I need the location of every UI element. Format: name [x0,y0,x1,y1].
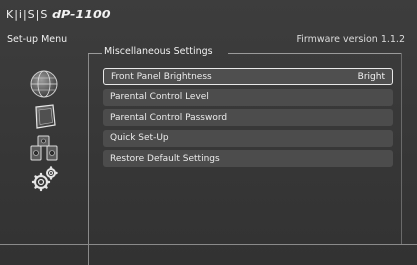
menu-item-label: Restore Default Settings [110,153,220,164]
menu-item-parental-control-password[interactable]: Parental Control Password [103,109,393,127]
frame-top-line-left [88,53,102,54]
menu-item-quick-set-up[interactable]: Quick Set-Up [103,129,393,147]
globe-icon[interactable] [29,69,59,99]
screen-icon[interactable] [32,103,58,131]
menu-item-label: Parental Control Level [110,92,209,103]
brand-logo: K|i|S|S dP-1100 [6,6,111,22]
settings-menu: Front Panel Brightness Bright Parental C… [103,68,393,171]
menu-item-label: Quick Set-Up [110,133,169,144]
menu-item-restore-default-settings[interactable]: Restore Default Settings [103,150,393,168]
menu-item-front-panel-brightness[interactable]: Front Panel Brightness Bright [103,68,393,85]
menu-item-label: Front Panel Brightness [111,71,212,82]
section-title: Miscellaneous Settings [104,46,213,57]
gears-icon[interactable] [30,164,60,194]
firmware-version: Firmware version 1.1.2 [296,34,405,45]
bottom-divider [0,244,417,245]
kiss-logo: K|i|S|S [6,7,49,21]
model-logo: dP-1100 [52,7,111,21]
frame-top-line-right [228,53,401,54]
menu-item-value: Bright [357,71,385,82]
setup-menu-label: Set-up Menu [7,34,68,45]
frame-right-line [401,53,402,245]
menu-item-parental-control-level[interactable]: Parental Control Level [103,88,393,106]
left-divider [88,53,89,265]
menu-item-label: Parental Control Password [110,112,228,123]
speakers-icon[interactable] [28,134,60,164]
